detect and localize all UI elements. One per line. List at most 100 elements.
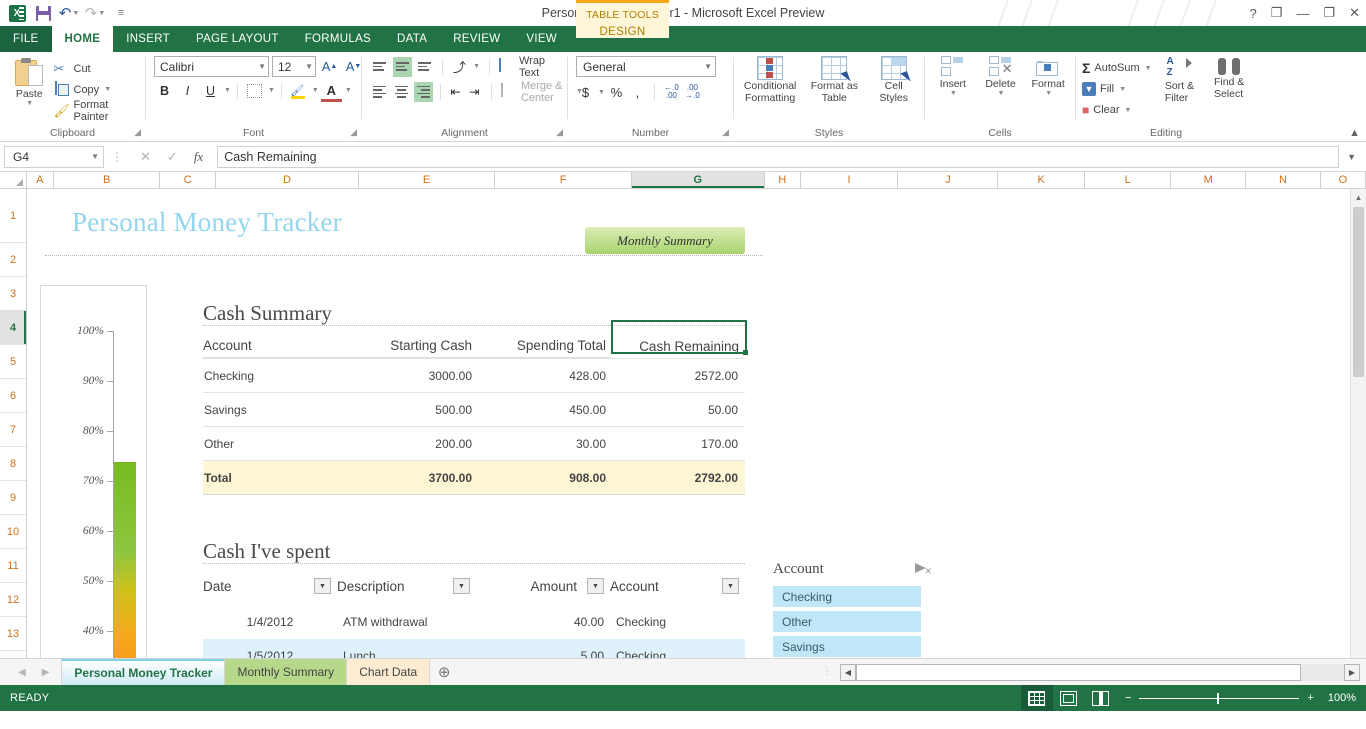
- zoom-slider-thumb[interactable]: [1217, 692, 1220, 704]
- slicer-item-savings[interactable]: Savings: [773, 636, 921, 657]
- row-header-12[interactable]: 12: [0, 583, 26, 617]
- tab-design[interactable]: DESIGN: [576, 26, 669, 38]
- name-box-chevron-down-icon[interactable]: ▼: [91, 152, 99, 161]
- fill-handle[interactable]: [743, 350, 748, 355]
- sheet-tab-chart-data[interactable]: Chart Data: [346, 659, 431, 685]
- borders-button[interactable]: [244, 80, 265, 101]
- ribbon-tab-strip[interactable]: FILE HOME INSERT PAGE LAYOUT FORMULAS DA…: [0, 26, 1366, 52]
- column-header-h[interactable]: H: [765, 172, 801, 188]
- filter-dropdown-icon-account[interactable]: ▼: [722, 578, 739, 594]
- vertical-scrollbar[interactable]: ▲: [1350, 189, 1366, 658]
- page-break-view-button[interactable]: [1085, 685, 1117, 711]
- tab-home[interactable]: HOME: [51, 26, 114, 52]
- table-row[interactable]: 1/4/2012 ATM withdrawal 40.00 Checking: [203, 605, 745, 639]
- column-header-a[interactable]: A: [27, 172, 55, 188]
- align-top-button[interactable]: [370, 57, 390, 77]
- filter-dropdown-icon-date[interactable]: ▼: [314, 578, 331, 594]
- cancel-entry-icon[interactable]: ✕: [140, 149, 151, 165]
- align-bottom-button[interactable]: [415, 57, 435, 77]
- column-header-f[interactable]: F: [495, 172, 632, 188]
- name-box[interactable]: G4 ▼: [4, 145, 104, 168]
- paste-button[interactable]: Paste ▼: [5, 56, 54, 108]
- font-name-input[interactable]: Calibri ▼: [154, 56, 269, 77]
- orientation-button[interactable]: ⤴: [450, 56, 469, 77]
- sheet-tab-personal-money-tracker[interactable]: Personal Money Tracker: [61, 659, 226, 685]
- insert-chevron-down-icon[interactable]: ▼: [950, 90, 957, 98]
- zoom-level-label[interactable]: 100%: [1322, 692, 1356, 704]
- sort-filter-button[interactable]: AZ Sort & Filter: [1158, 56, 1202, 104]
- underline-button[interactable]: U: [200, 80, 221, 101]
- column-header-c[interactable]: C: [160, 172, 217, 188]
- cash-remaining-gauge-chart[interactable]: 100% 90% 80% 70% 60% 50% 40%: [40, 285, 147, 658]
- select-all-corner[interactable]: [0, 172, 27, 188]
- formula-input[interactable]: Cash Remaining: [217, 145, 1340, 168]
- table-row[interactable]: Savings 500.00 450.00 50.00: [203, 393, 745, 427]
- zoom-slider[interactable]: [1139, 692, 1300, 704]
- delete-cells-button[interactable]: ✕ Delete ▼: [979, 56, 1023, 98]
- font-size-chevron-down-icon[interactable]: ▼: [305, 62, 313, 71]
- clear-chevron-down-icon[interactable]: ▼: [1125, 107, 1132, 114]
- column-header-i[interactable]: I: [801, 172, 899, 188]
- increase-font-size-button[interactable]: A ▲: [319, 56, 340, 77]
- fill-chevron-down-icon[interactable]: ▼: [1119, 86, 1126, 93]
- clipboard-dialog-launcher-icon[interactable]: ◢: [134, 127, 141, 138]
- row-header-9[interactable]: 9: [0, 481, 26, 515]
- autosum-chevron-down-icon[interactable]: ▼: [1145, 65, 1152, 72]
- column-header-b[interactable]: B: [54, 172, 161, 188]
- scroll-right-icon[interactable]: ▶: [1344, 663, 1360, 681]
- copy-button[interactable]: Copy ▼: [54, 79, 141, 100]
- table-row[interactable]: Other 200.00 30.00 170.00: [203, 427, 745, 461]
- alignment-dialog-launcher-icon[interactable]: ◢: [556, 127, 563, 138]
- wrap-text-button[interactable]: Wrap Text: [498, 55, 562, 79]
- tab-split-grip[interactable]: ⋮: [822, 667, 832, 677]
- tab-review[interactable]: REVIEW: [440, 26, 513, 52]
- percent-style-button[interactable]: %: [607, 81, 626, 103]
- filter-dropdown-icon-description[interactable]: ▼: [453, 578, 470, 594]
- autosum-button[interactable]: Σ AutoSum ▼: [1082, 58, 1152, 78]
- zoom-out-button[interactable]: −: [1125, 692, 1131, 704]
- borders-chevron-down-icon[interactable]: ▼: [268, 87, 275, 94]
- column-header-e[interactable]: E: [359, 172, 496, 188]
- slicer-item-other[interactable]: Other: [773, 611, 921, 632]
- decrease-indent-button[interactable]: ⇤: [448, 81, 464, 102]
- cash-summary-total-row[interactable]: Total 3700.00 908.00 2792.00: [203, 461, 745, 495]
- vertical-scroll-thumb[interactable]: [1353, 207, 1364, 377]
- copy-chevron-down-icon[interactable]: ▼: [104, 86, 111, 93]
- row-header-13[interactable]: 13: [0, 617, 26, 651]
- horizontal-scroll-thumb[interactable]: [856, 663, 1301, 681]
- normal-view-button[interactable]: [1020, 685, 1053, 711]
- slicer-item-checking[interactable]: Checking: [773, 586, 921, 607]
- align-center-button[interactable]: [392, 82, 411, 102]
- number-format-select[interactable]: General ▼: [576, 56, 716, 77]
- maximize-button[interactable]: ❐: [1323, 5, 1335, 21]
- delete-chevron-down-icon[interactable]: ▼: [998, 90, 1005, 98]
- font-dialog-launcher-icon[interactable]: ◢: [350, 127, 357, 138]
- scroll-left-icon[interactable]: ◀: [840, 663, 856, 681]
- scroll-up-icon[interactable]: ▲: [1351, 189, 1366, 205]
- sheet-tab-monthly-summary[interactable]: Monthly Summary: [224, 659, 348, 685]
- row-header-1[interactable]: 1: [0, 189, 26, 243]
- decrease-decimal-button[interactable]: .00 →.0: [683, 81, 702, 103]
- insert-function-icon[interactable]: fx: [194, 149, 203, 165]
- row-header-4[interactable]: 4: [0, 311, 26, 345]
- minimize-button[interactable]: —: [1296, 6, 1309, 21]
- column-header-l[interactable]: L: [1085, 172, 1172, 188]
- previous-sheet-icon[interactable]: ◀: [18, 667, 26, 678]
- confirm-entry-icon[interactable]: ✓: [167, 149, 178, 165]
- font-color-button[interactable]: A: [320, 80, 342, 102]
- increase-decimal-button[interactable]: ←.0.00: [662, 81, 681, 103]
- account-slicer[interactable]: Account ✕ Checking Other Savings: [773, 557, 953, 657]
- sheet-surface[interactable]: Personal Money Tracker Monthly Summary 1…: [27, 189, 1350, 658]
- tab-data[interactable]: DATA: [384, 26, 440, 52]
- column-header-o[interactable]: O: [1321, 172, 1366, 188]
- sheet-nav-arrows[interactable]: ◀ ▶: [0, 667, 61, 678]
- insert-cells-button[interactable]: Insert ▼: [931, 56, 975, 98]
- row-header-8[interactable]: 8: [0, 447, 26, 481]
- window-controls[interactable]: ? ❐ — ❐ ✕: [1250, 0, 1360, 26]
- tab-insert[interactable]: INSERT: [113, 26, 183, 52]
- horizontal-scroll-track[interactable]: [856, 663, 1344, 681]
- tab-view[interactable]: VIEW: [513, 26, 570, 52]
- formula-bar-grip[interactable]: ⋮: [108, 150, 126, 164]
- column-header-d[interactable]: D: [216, 172, 359, 188]
- clear-filter-icon[interactable]: ✕: [915, 562, 932, 576]
